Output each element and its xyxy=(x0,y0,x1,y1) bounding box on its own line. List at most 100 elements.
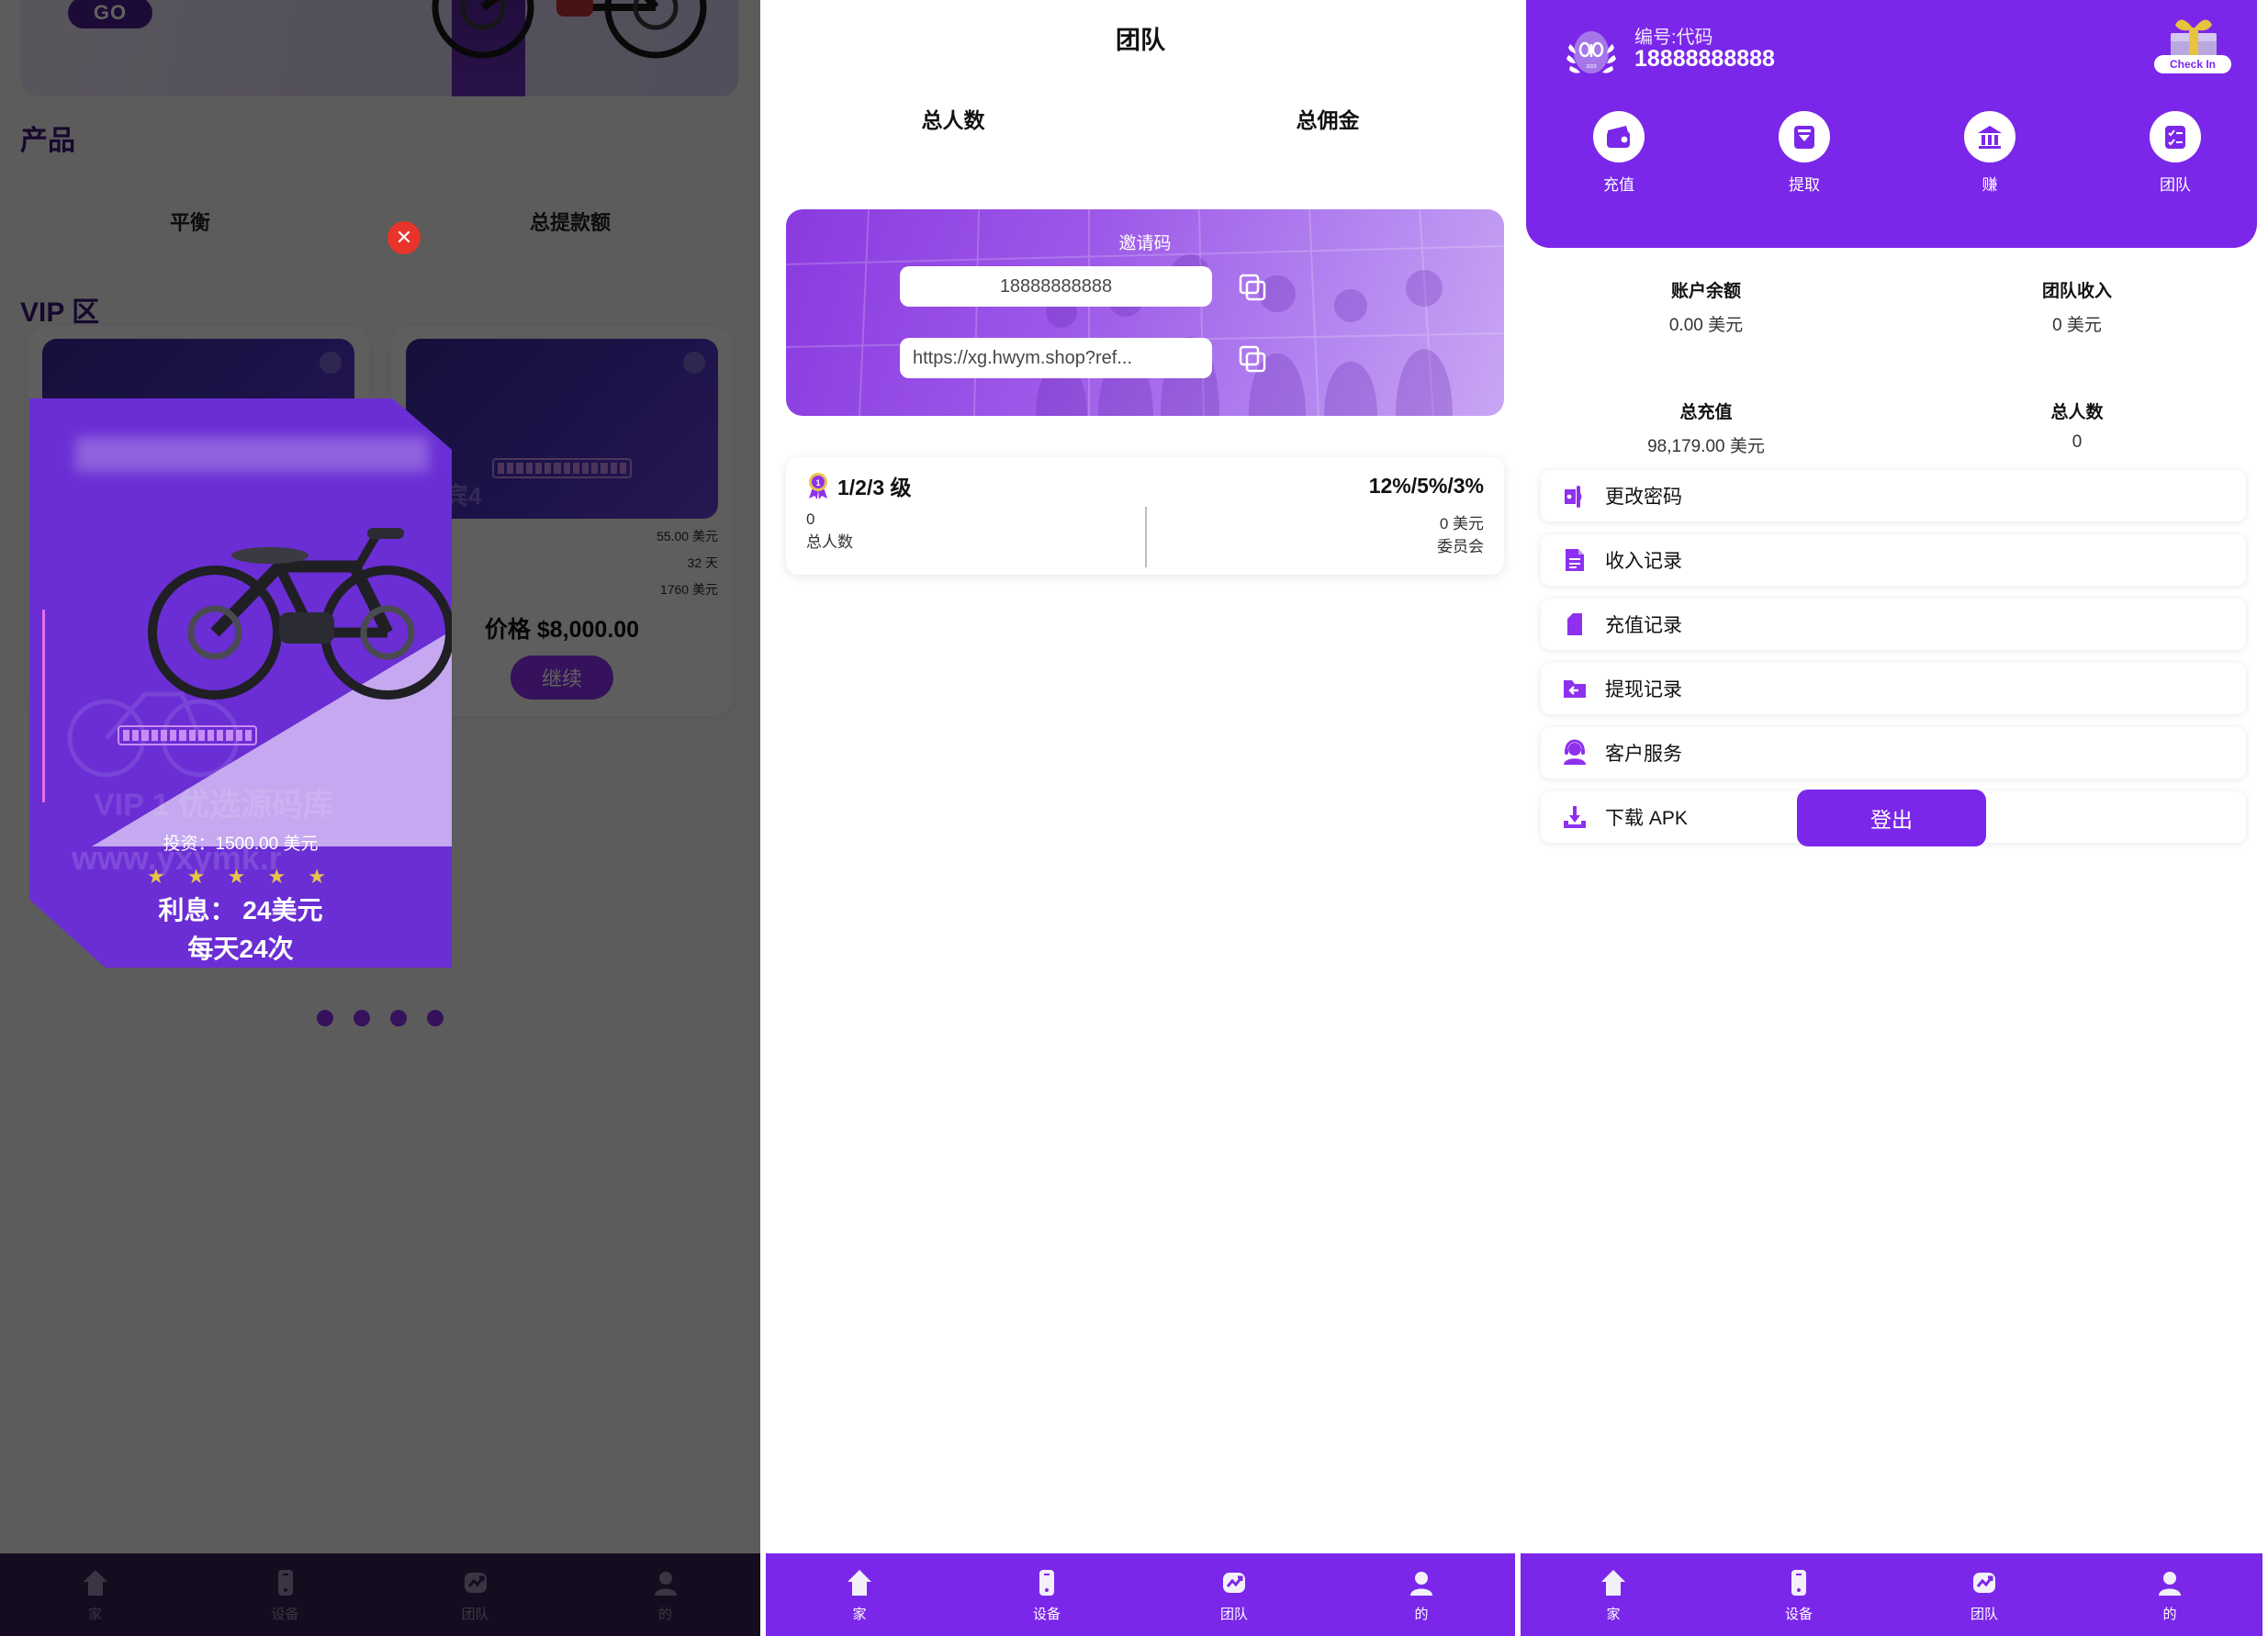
stat-value: 0 美元 xyxy=(2052,316,2102,335)
nav-item-home[interactable]: 家 xyxy=(766,1567,953,1623)
file-icon xyxy=(1567,613,1582,635)
action-label: 充值 xyxy=(1603,176,1634,194)
laurel-avatar-icon: 2023 xyxy=(1566,31,1616,73)
stat-team-income: 团队收入 0 美元 xyxy=(1892,277,2262,336)
modal-watermark-1: VIP 1 优选源码库 xyxy=(94,788,334,823)
home-icon xyxy=(848,1569,871,1596)
modal-interest: 利息： 24美元 xyxy=(158,896,323,924)
stat-value: 0 xyxy=(2072,432,2083,452)
menu-item-recharge-records[interactable]: 充值记录 xyxy=(1541,599,2246,650)
level-commission-card: 1 1/2/3 级 12%/5%/3% 0 总人数 0 美元 委员会 xyxy=(786,457,1504,575)
nav-label: 家 xyxy=(852,1606,867,1622)
stat-label: 团队收入 xyxy=(2041,282,2112,301)
nav-label: 的 xyxy=(2162,1606,2177,1622)
panel-team: 团队 总人数 总佣金 邀请码 18888888888 https://xg.hw… xyxy=(760,0,1521,1636)
action-circle xyxy=(1593,111,1645,162)
user-id-label: 编号:代码 xyxy=(1634,28,1713,48)
panel-profile: 2023 编号:代码 18888888888 Check In 充值 提取 赚 … xyxy=(1521,0,2262,1636)
investment-modal: VIP 1 优选源码库 www.yxymk.r 投资：1500.00 美元 ★ … xyxy=(29,398,452,968)
check-in-button[interactable]: Check In xyxy=(2154,55,2231,73)
invite-link-input[interactable]: https://xg.hwym.shop?ref... xyxy=(900,338,1212,378)
profile-stats-row-1: 账户余额 0.00 美元 团队收入 0 美元 xyxy=(1521,277,2262,336)
stat-total-recharge: 总充值 98,179.00 美元 xyxy=(1521,398,1892,457)
bottom-nav[interactable]: 家 设备 团队 的 xyxy=(1521,1553,2262,1636)
user-id-value: 18888888888 xyxy=(1634,46,1775,72)
download-icon xyxy=(1564,806,1586,828)
copy-icon[interactable] xyxy=(1239,345,1266,373)
menu-item-income-records[interactable]: 收入记录 xyxy=(1541,534,2246,586)
action-recharge[interactable]: 充值 xyxy=(1526,111,1712,195)
level-card-values: 0 总人数 0 美元 委员会 xyxy=(806,507,1484,567)
home-icon xyxy=(1601,1569,1625,1596)
medal-icon: 1 xyxy=(809,473,827,499)
nav-item-home[interactable]: 家 xyxy=(1521,1567,1706,1623)
menu-label: 提现记录 xyxy=(1605,679,1682,700)
stat-label: 总人数 xyxy=(2050,403,2104,422)
level-right-value: 0 美元 xyxy=(1439,515,1484,532)
menu-label: 收入记录 xyxy=(1605,551,1682,572)
team-stats-row: 总人数 总佣金 xyxy=(766,103,1515,134)
checklist-icon xyxy=(2165,126,2185,149)
profile-icon xyxy=(1410,1571,1432,1596)
action-earn[interactable]: 赚 xyxy=(1897,111,2083,195)
action-label: 团队 xyxy=(2160,176,2191,194)
action-circle xyxy=(1964,111,2015,162)
profile-menu-list: 更改密码 收入记录 充值记录 提现记录 客户服务 下载 APK xyxy=(1541,470,2246,843)
logout-button[interactable]: 登出 xyxy=(1797,790,1986,846)
level-card-header: 1 1/2/3 级 12%/5%/3% xyxy=(806,470,1484,501)
bottom-nav[interactable]: 家 设备 团队 的 xyxy=(766,1553,1515,1636)
nav-label: 团队 xyxy=(1219,1606,1248,1622)
stat-total-people: 总人数 0 xyxy=(1892,398,2262,457)
nav-label: 团队 xyxy=(1970,1606,1998,1622)
modal-battery-bars-icon xyxy=(118,725,257,745)
panel-products: INVITE FRIEND GET REWARD GO 产品 xyxy=(0,0,760,1636)
svg-text:1: 1 xyxy=(815,478,820,487)
device-icon xyxy=(1039,1569,1054,1596)
level-title-group: 1 1/2/3 级 xyxy=(806,470,912,501)
nav-item-profile[interactable]: 的 xyxy=(1328,1567,1515,1623)
nav-item-device[interactable]: 设备 xyxy=(1706,1567,1892,1623)
invite-code-input[interactable]: 18888888888 xyxy=(900,266,1212,307)
team-chart-icon xyxy=(1973,1572,1995,1593)
bank-icon xyxy=(1978,126,2002,149)
nav-item-team[interactable]: 团队 xyxy=(1892,1567,2077,1623)
stat-value: 98,179.00 美元 xyxy=(1647,437,1765,456)
stat-value: 0.00 美元 xyxy=(1668,316,1744,335)
level-left-col: 0 总人数 xyxy=(806,510,1117,556)
action-team[interactable]: 团队 xyxy=(2083,111,2262,195)
accent-line xyxy=(42,610,45,802)
profile-stats-row-2: 总充值 98,179.00 美元 总人数 0 xyxy=(1521,398,2262,457)
action-withdraw[interactable]: 提取 xyxy=(1712,111,1897,195)
action-label: 提取 xyxy=(1789,176,1820,194)
profile-icon xyxy=(2159,1571,2181,1596)
level-right-col: 0 美元 委员会 xyxy=(1173,510,1484,556)
stat-label: 总充值 xyxy=(1679,403,1733,422)
menu-label: 下载 APK xyxy=(1605,808,1688,829)
nav-item-profile[interactable]: 的 xyxy=(2077,1567,2262,1623)
profile-header: 2023 编号:代码 18888888888 Check In 充值 提取 赚 … xyxy=(1526,0,2257,248)
nav-item-team[interactable]: 团队 xyxy=(1140,1567,1328,1623)
menu-item-withdraw-records[interactable]: 提现记录 xyxy=(1541,663,2246,714)
menu-item-customer-service[interactable]: 客户服务 xyxy=(1541,727,2246,779)
headset-support-icon xyxy=(1564,739,1586,765)
vertical-divider xyxy=(1145,507,1147,567)
blurred-strip xyxy=(75,437,429,472)
modal-bicycle-image xyxy=(148,528,452,700)
stat-label: 账户余额 xyxy=(1670,282,1741,301)
modal-star-rating: ★ ★ ★ ★ ★ xyxy=(146,865,335,888)
screenshot-stage: INVITE FRIEND GET REWARD GO 产品 xyxy=(0,0,2268,1636)
close-icon[interactable]: ✕ xyxy=(387,221,421,254)
menu-label: 客户服务 xyxy=(1605,744,1682,765)
nav-label: 的 xyxy=(1414,1606,1429,1622)
menu-item-change-password[interactable]: 更改密码 xyxy=(1541,470,2246,521)
nav-item-device[interactable]: 设备 xyxy=(953,1567,1140,1623)
action-circle xyxy=(1779,111,1830,162)
invite-code-card: 邀请码 18888888888 https://xg.hwym.shop?ref… xyxy=(786,209,1504,416)
copy-icon[interactable] xyxy=(1239,274,1266,301)
stat-total-people-label: 总人数 xyxy=(921,108,985,132)
level-right-label: 委员会 xyxy=(1437,538,1484,555)
level-left-label: 总人数 xyxy=(806,533,853,551)
invite-code-label: 邀请码 xyxy=(1118,234,1172,253)
nav-label: 家 xyxy=(1606,1606,1621,1622)
page-title-team: 团队 xyxy=(1116,27,1165,54)
